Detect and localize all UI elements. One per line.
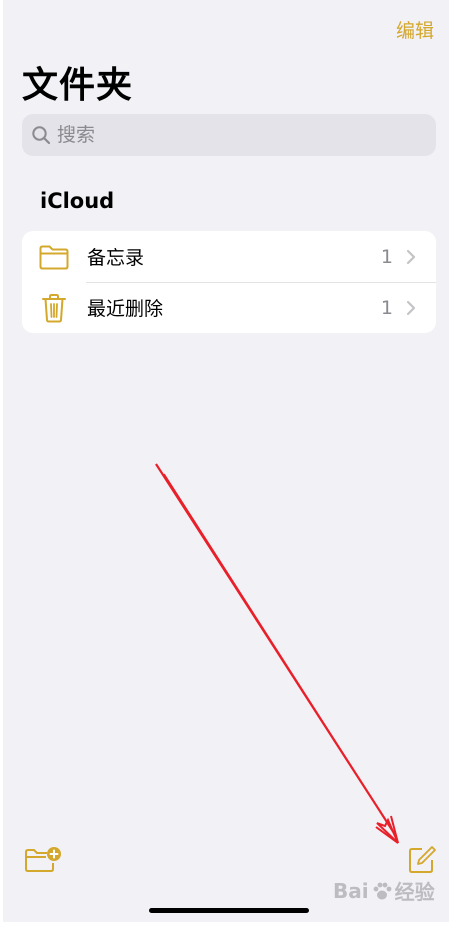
chevron-right-icon	[406, 300, 416, 315]
edit-button[interactable]: 编辑	[396, 16, 434, 43]
folder-row-notes[interactable]: 备忘录 1	[22, 231, 436, 282]
folder-label: 备忘录	[87, 247, 145, 269]
search-icon	[32, 126, 51, 145]
chevron-right-icon	[406, 249, 416, 264]
section-header-icloud: iCloud	[40, 189, 115, 213]
page-title: 文件夹	[22, 65, 134, 106]
folder-count: 1	[380, 245, 393, 268]
search-bar[interactable]	[22, 114, 436, 156]
folder-icon	[38, 241, 70, 273]
folder-list: 备忘录 1 最近删除 1	[22, 231, 436, 333]
folder-plus-icon[interactable]	[24, 845, 62, 875]
folder-count: 1	[380, 296, 393, 319]
search-input[interactable]	[57, 124, 397, 146]
folder-row-recently-deleted[interactable]: 最近删除 1	[22, 282, 436, 333]
paw-icon	[373, 882, 392, 899]
baidu-jingyan-watermark: Bai 经验	[333, 878, 435, 905]
compose-icon[interactable]	[407, 845, 437, 875]
home-indicator[interactable]	[149, 908, 309, 913]
folder-label: 最近删除	[87, 298, 164, 320]
notes-folders-screen: 编辑 文件夹 iCloud 备忘录 1	[3, 0, 449, 922]
trash-icon	[38, 292, 70, 324]
